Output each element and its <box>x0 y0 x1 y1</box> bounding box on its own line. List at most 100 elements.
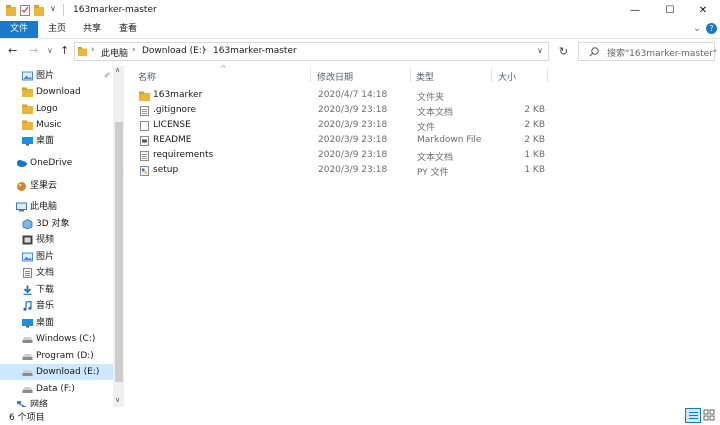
properties-icon[interactable] <box>20 5 30 16</box>
file-size: 1 KB <box>524 150 545 160</box>
file-row[interactable]: requirements 2020/3/9 23:18 文本文档 1 KB <box>137 148 557 163</box>
up-arrow-icon[interactable]: ↑ <box>60 44 69 58</box>
title-divider <box>63 4 64 16</box>
address-bar[interactable]: › 此电脑 › Download (E:) › 163marker-master… <box>74 42 549 61</box>
title-bar: ∨ 163marker-master — ☐ ✕ <box>0 0 720 21</box>
column-divider[interactable] <box>491 68 492 82</box>
forward-arrow-icon[interactable]: → <box>29 44 38 58</box>
tab-share[interactable]: 共享 <box>77 21 107 38</box>
breadcrumb-current-folder[interactable]: 163marker-master <box>213 46 297 56</box>
music-icon <box>23 300 32 311</box>
file-name: LICENSE <box>153 120 191 130</box>
breadcrumb-download-drive[interactable]: Download (E:) <box>142 46 205 56</box>
column-divider[interactable] <box>410 68 411 82</box>
nav-item-label: 文档 <box>36 268 55 278</box>
nav-item[interactable]: Download (E:) <box>0 364 113 380</box>
file-row[interactable]: 163marker 2020/4/7 14:18 文件夹 <box>137 88 557 103</box>
breadcrumb-chevron-icon[interactable]: › <box>91 45 95 55</box>
nav-scrollbar-thumb[interactable] <box>115 122 123 382</box>
file-row[interactable]: LICENSE 2020/3/9 23:18 文件 2 KB <box>137 118 557 133</box>
scroll-up-icon[interactable]: ∧ <box>115 66 120 74</box>
folder-icon <box>78 47 87 56</box>
text-file-icon <box>140 151 149 161</box>
file-name: 163marker <box>153 90 203 100</box>
refresh-icon: ↻ <box>558 45 569 58</box>
file-name: README <box>153 135 192 145</box>
minimize-button[interactable]: — <box>618 0 652 21</box>
nav-item-label: Program (D:) <box>36 351 94 361</box>
nav-item-label: OneDrive <box>30 158 73 168</box>
nav-item-label: 网络 <box>30 400 49 407</box>
folder-icon <box>139 91 150 101</box>
column-divider[interactable] <box>547 68 548 82</box>
nav-item-label: 图片 <box>36 252 55 262</box>
text-file-icon <box>140 106 149 116</box>
videos-icon <box>22 235 33 245</box>
tab-view[interactable]: 查看 <box>113 21 143 38</box>
back-arrow-icon[interactable]: ← <box>8 44 17 58</box>
file-type: 文本文档 <box>417 153 454 163</box>
file-list-pane: ^ 名称 修改日期 类型 大小 163marker 2020/4/7 14:18 文… <box>127 64 720 407</box>
file-row[interactable]: .gitignore 2020/3/9 23:18 文本文档 2 KB <box>137 103 557 118</box>
nav-item-label: Download (E:) <box>36 367 100 377</box>
nav-item-label: 音乐 <box>36 301 55 311</box>
breadcrumb-this-pc[interactable]: 此电脑 <box>101 46 128 59</box>
quick-access-dropdown-icon[interactable]: ∨ <box>50 4 56 13</box>
nav-item-label: 此电脑 <box>30 202 58 212</box>
column-header-size[interactable]: 大小 <box>498 70 516 83</box>
details-view-button[interactable] <box>685 408 701 423</box>
file-date: 2020/3/9 23:18 <box>318 165 388 175</box>
refresh-button[interactable]: ↻ <box>553 42 574 61</box>
nav-item-label: Windows (C:) <box>36 334 96 344</box>
address-dropdown-icon[interactable]: ∨ <box>537 46 543 55</box>
file-row[interactable]: setup 2020/3/9 23:18 PY 文件 1 KB <box>137 163 557 178</box>
file-size: 1 KB <box>524 165 545 175</box>
column-header-name[interactable]: 名称 <box>138 70 156 83</box>
file-size: 2 KB <box>524 105 545 115</box>
desktop-icon <box>22 137 33 146</box>
tab-home[interactable]: 主页 <box>42 21 72 38</box>
file-name: .gitignore <box>153 105 197 115</box>
nav-item-label: 图片 <box>36 71 55 81</box>
pictures-icon <box>22 252 33 262</box>
nav-item-label: Logo <box>36 104 58 114</box>
details-view-icon <box>689 412 698 419</box>
nav-item-label: 下载 <box>36 285 55 295</box>
file-type: Markdown File <box>417 135 482 145</box>
file-row[interactable]: README 2020/3/9 23:18 Markdown File 2 KB <box>137 133 557 148</box>
scroll-down-icon[interactable]: ∨ <box>115 396 120 404</box>
new-folder-icon[interactable] <box>34 5 44 16</box>
blank-file-icon <box>140 121 149 131</box>
pin-icon[interactable]: ✐ <box>104 68 111 84</box>
ribbon-expand-icon[interactable]: ⌄ <box>693 23 701 34</box>
file-date: 2020/3/9 23:18 <box>318 120 388 130</box>
file-name: setup <box>153 165 179 175</box>
file-type: 文件 <box>417 123 436 133</box>
breadcrumb-chevron-icon[interactable]: › <box>203 45 207 55</box>
markdown-file-icon <box>140 136 149 146</box>
recent-locations-icon[interactable]: ∨ <box>47 44 53 58</box>
address-row: ← → ∨ ↑ › 此电脑 › Download (E:) › 163marke… <box>0 40 720 64</box>
file-name: requirements <box>153 150 214 160</box>
nav-item-label: Download <box>36 87 81 97</box>
file-type: 文本文档 <box>417 108 454 118</box>
onedrive-icon <box>17 160 27 167</box>
file-date: 2020/4/7 14:18 <box>318 90 388 100</box>
column-header-type[interactable]: 类型 <box>416 70 434 83</box>
search-input[interactable]: 搜索"163marker-master" <box>578 42 717 61</box>
column-divider[interactable] <box>310 68 311 82</box>
help-icon[interactable]: ? <box>706 23 717 34</box>
tab-file[interactable]: 文件 <box>0 21 38 38</box>
breadcrumb-chevron-icon[interactable]: › <box>132 45 136 55</box>
drive-icon <box>22 354 33 360</box>
ribbon-tabs: 文件 主页 共享 查看 ⌄ ? <box>0 21 720 39</box>
folder-icon <box>6 5 16 16</box>
folder-icon <box>22 104 33 114</box>
large-icons-view-button[interactable] <box>702 408 718 423</box>
large-icons-view-icon <box>703 409 715 421</box>
maximize-button[interactable]: ☐ <box>653 0 687 21</box>
close-button[interactable]: ✕ <box>686 0 720 21</box>
column-header-date[interactable]: 修改日期 <box>317 70 353 83</box>
folder-icon <box>22 120 33 130</box>
this-pc-icon <box>16 202 27 212</box>
